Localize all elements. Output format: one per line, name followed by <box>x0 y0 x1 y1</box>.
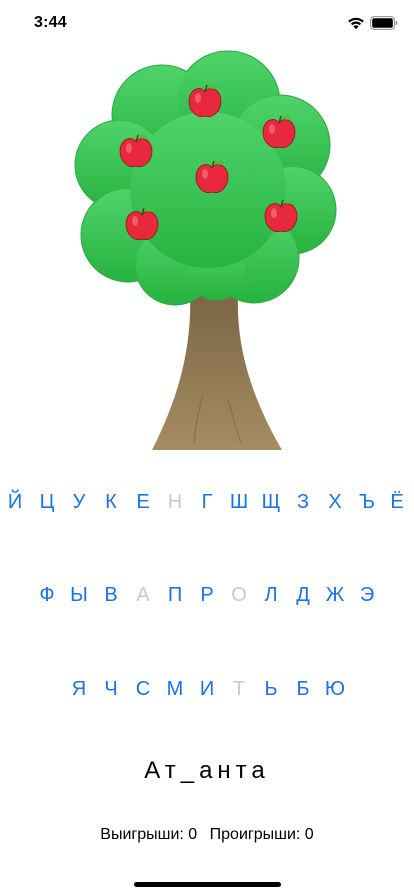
letter-key-Д[interactable]: Д <box>287 575 319 615</box>
wifi-icon <box>348 17 364 30</box>
letter-key-Я[interactable]: Я <box>63 669 95 709</box>
letter-key-О: О <box>231 583 247 606</box>
letter-key-А: А <box>136 583 150 606</box>
home-indicator[interactable] <box>134 882 281 887</box>
letter-key-С[interactable]: С <box>127 669 159 709</box>
tree-image <box>74 50 337 450</box>
keyboard-row-1: Й Ц У К Е Н Г Ш Щ З Х Ъ Ё <box>0 482 414 522</box>
letter-key-Л[interactable]: Л <box>255 575 287 615</box>
status-bar: 3:44 <box>0 0 414 48</box>
letter-key-Щ[interactable]: Щ <box>255 482 287 522</box>
keyboard-row-3: Я Ч С М И Т Ь Б Ю <box>0 669 414 709</box>
wins-counter: Выигрыши: 0 <box>100 826 198 843</box>
letter-key-Т: Т <box>232 677 246 700</box>
letter-key-Х[interactable]: Х <box>319 482 351 522</box>
tree-trunk <box>152 293 282 450</box>
letter-key-Р[interactable]: Р <box>191 575 223 615</box>
letter-key-П[interactable]: П <box>159 575 191 615</box>
letter-key-Й[interactable]: Й <box>0 482 31 522</box>
letter-key-Э[interactable]: Э <box>351 575 383 615</box>
letter-key-И[interactable]: И <box>191 669 223 709</box>
letter-key-З[interactable]: З <box>287 482 319 522</box>
letter-key-У[interactable]: У <box>63 482 95 522</box>
letter-key-Б[interactable]: Б <box>287 669 319 709</box>
letter-key-К[interactable]: К <box>95 482 127 522</box>
losses-counter: Проигрыши: 0 <box>209 826 314 843</box>
letter-key-Ю[interactable]: Ю <box>319 669 351 709</box>
score-label: Выигрыши: 0 Проигрыши: 0 <box>0 826 414 844</box>
status-time: 3:44 <box>34 14 67 31</box>
letter-key-Ъ[interactable]: Ъ <box>351 482 383 522</box>
letter-key-Ч[interactable]: Ч <box>95 669 127 709</box>
hangman-tree <box>70 45 350 460</box>
letter-key-Ь[interactable]: Ь <box>255 669 287 709</box>
letter-key-Ф[interactable]: Ф <box>31 575 63 615</box>
letter-key-Ж[interactable]: Ж <box>319 575 351 615</box>
letter-key-В[interactable]: В <box>95 575 127 615</box>
letter-key-М[interactable]: М <box>159 669 191 709</box>
letter-key-Ш[interactable]: Ш <box>223 482 255 522</box>
letter-key-Ё[interactable]: Ё <box>381 482 413 522</box>
guessed-word: Ат_анта <box>144 757 270 784</box>
letter-key-Г[interactable]: Г <box>191 482 223 522</box>
keyboard-row-2: Ф Ы В А П Р О Л Д Ж Э <box>0 575 414 615</box>
letter-key-Ц[interactable]: Ц <box>31 482 63 522</box>
battery-icon <box>370 16 398 30</box>
letter-key-Н: Н <box>167 490 183 513</box>
letter-key-Е[interactable]: Е <box>127 482 159 522</box>
letter-key-Ы[interactable]: Ы <box>63 575 95 615</box>
